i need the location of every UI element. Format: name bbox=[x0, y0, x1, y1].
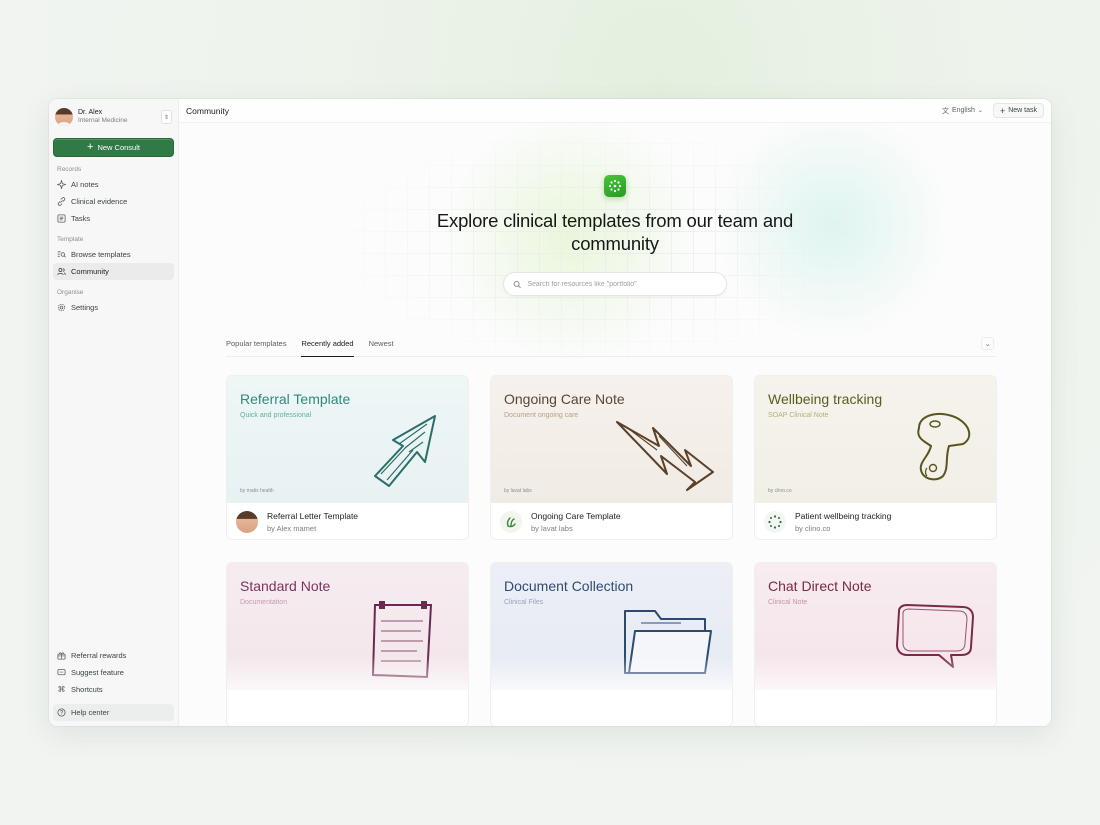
card-title: Referral Template bbox=[240, 391, 351, 407]
new-consult-button[interactable]: + New Consult bbox=[53, 138, 174, 157]
account-switcher-icon[interactable]: ⇕ bbox=[161, 110, 172, 124]
card-author: by lavat labs bbox=[531, 524, 573, 533]
avatar bbox=[500, 511, 522, 533]
section-label-organise: Organise bbox=[57, 289, 84, 296]
card-byline: by clino.co bbox=[768, 488, 792, 494]
template-card[interactable]: Document Collection Clinical Files bbox=[490, 562, 733, 726]
app-logo-icon bbox=[604, 175, 626, 197]
card-subtitle: Clinical Note bbox=[768, 599, 808, 606]
sidebar-item-shortcuts[interactable]: ⌘ Shortcuts bbox=[53, 681, 174, 698]
lightning-illustration-icon bbox=[616, 421, 714, 491]
users-icon bbox=[57, 267, 66, 276]
mushroom-illustration-icon bbox=[917, 412, 971, 481]
avatar bbox=[764, 511, 786, 533]
page-title: Community bbox=[186, 105, 229, 116]
language-selector[interactable]: 文 English ⌄ bbox=[942, 106, 983, 116]
template-card[interactable]: Wellbeing tracking SOAP Clinical Note by… bbox=[754, 375, 997, 540]
user-role: Internal Medicine bbox=[78, 117, 128, 125]
list-icon bbox=[57, 214, 66, 223]
gift-icon bbox=[57, 651, 66, 660]
card-subtitle: SOAP Clinical Note bbox=[768, 412, 829, 419]
notepad-illustration-icon bbox=[371, 601, 433, 679]
tab-newest[interactable]: Newest bbox=[369, 335, 394, 357]
command-icon: ⌘ bbox=[57, 685, 66, 694]
card-byline: by lavat labs bbox=[504, 488, 532, 494]
sidebar-item-browse-templates[interactable]: Browse templates bbox=[53, 246, 174, 263]
template-card[interactable]: Ongoing Care Note Document ongoing care … bbox=[490, 375, 733, 540]
card-template-name: Referral Letter Template bbox=[267, 511, 359, 521]
section-label-records: Records bbox=[57, 166, 82, 173]
gear-icon bbox=[57, 303, 66, 312]
template-card[interactable]: Standard Note Documentation bbox=[226, 562, 469, 726]
card-subtitle: Documentation bbox=[240, 599, 288, 606]
arrow-illustration-icon bbox=[374, 415, 436, 487]
sidebar-item-ai-notes[interactable]: AI notes bbox=[53, 176, 174, 193]
link-icon bbox=[57, 197, 66, 206]
tab-popular-templates[interactable]: Popular templates bbox=[226, 335, 286, 357]
card-title: Chat Direct Note bbox=[768, 578, 872, 594]
sidebar: Dr. Alex Internal Medicine ⇕ + New Consu… bbox=[49, 99, 179, 726]
sidebar-item-community[interactable]: Community bbox=[53, 263, 174, 280]
sidebar-item-tasks[interactable]: Tasks bbox=[53, 210, 174, 227]
sparkle-icon bbox=[57, 180, 66, 189]
chevron-down-icon: ⌄ bbox=[977, 108, 983, 114]
card-title: Wellbeing tracking bbox=[768, 391, 883, 407]
search-input[interactable] bbox=[527, 280, 717, 288]
avatar bbox=[55, 108, 73, 126]
folder-illustration-icon bbox=[624, 610, 712, 674]
user-profile[interactable]: Dr. Alex Internal Medicine ⇕ bbox=[53, 101, 174, 133]
plus-icon: + bbox=[87, 141, 94, 153]
user-name: Dr. Alex bbox=[78, 109, 103, 117]
avatar bbox=[236, 511, 258, 533]
tab-recently-added[interactable]: Recently added bbox=[301, 335, 354, 357]
card-template-name: Patient wellbeing tracking bbox=[795, 511, 892, 521]
sidebar-item-settings[interactable]: Settings bbox=[53, 299, 174, 316]
app-window: Dr. Alex Internal Medicine ⇕ + New Consu… bbox=[49, 99, 1051, 726]
new-task-button[interactable]: + New task bbox=[992, 103, 1044, 118]
chevron-down-icon[interactable]: ⌄ bbox=[981, 337, 994, 350]
message-icon bbox=[57, 668, 66, 677]
card-subtitle: Quick and professional bbox=[240, 412, 312, 419]
card-subtitle: Clinical Files bbox=[504, 599, 544, 606]
sidebar-item-clinical-evidence[interactable]: Clinical evidence bbox=[53, 193, 174, 210]
search-icon bbox=[513, 280, 521, 288]
search-list-icon bbox=[57, 250, 66, 259]
card-byline: by matix health bbox=[240, 488, 274, 494]
sidebar-item-help-center[interactable]: Help center bbox=[53, 704, 174, 721]
plus-icon: + bbox=[999, 105, 1006, 116]
sidebar-item-suggest-feature[interactable]: Suggest feature bbox=[53, 664, 174, 681]
help-icon bbox=[57, 708, 66, 717]
card-title: Ongoing Care Note bbox=[504, 391, 625, 407]
tabs: Popular templates Recently added Newest … bbox=[226, 335, 996, 357]
card-author: by clino.co bbox=[795, 524, 831, 533]
card-title: Document Collection bbox=[504, 578, 634, 594]
card-template-name: Ongoing Care Template bbox=[531, 511, 621, 521]
chat-bubble-illustration-icon bbox=[896, 604, 974, 668]
search-bar[interactable] bbox=[503, 272, 727, 296]
section-label-template: Template bbox=[57, 236, 84, 243]
card-subtitle: Document ongoing care bbox=[504, 412, 579, 419]
card-author: by Alex mamet bbox=[267, 524, 317, 533]
sidebar-item-referral-rewards[interactable]: Referral rewards bbox=[53, 647, 174, 664]
translate-icon: 文 bbox=[941, 107, 949, 115]
card-title: Standard Note bbox=[240, 578, 331, 594]
topbar: Community 文 English ⌄ + New task bbox=[179, 99, 1051, 123]
template-card[interactable]: Chat Direct Note Clinical Note bbox=[754, 562, 997, 726]
hero-title: Explore clinical templates from our team… bbox=[436, 210, 794, 254]
template-card[interactable]: Referral Template Quick and professional… bbox=[226, 375, 469, 540]
main-content: Community 文 English ⌄ + New task Explore… bbox=[179, 99, 1051, 726]
